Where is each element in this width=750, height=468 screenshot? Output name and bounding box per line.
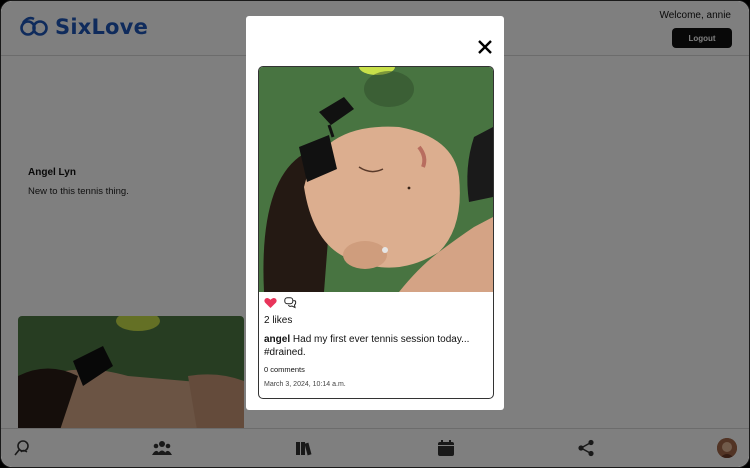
post-card: 2 likes angel Had my first ever tennis s…: [258, 66, 494, 399]
comments-count[interactable]: 0 comments: [264, 365, 305, 374]
post-modal: 2 likes angel Had my first ever tennis s…: [246, 16, 504, 410]
comment-icon[interactable]: [284, 296, 297, 314]
post-author[interactable]: angel: [264, 334, 290, 345]
post-caption: angel Had my first ever tennis session t…: [264, 334, 486, 359]
post-caption-text: Had my first ever tennis session today..…: [264, 334, 470, 358]
post-photo: [259, 67, 493, 292]
post-actions: [264, 296, 297, 314]
post-date: March 3, 2024, 10:14 a.m.: [264, 381, 346, 388]
close-icon[interactable]: [476, 38, 494, 56]
likes-count: 2 likes: [264, 315, 293, 326]
app-window: SixLove Welcome, annie Logout Angel Lyn …: [0, 0, 750, 468]
heart-icon[interactable]: [264, 296, 277, 314]
